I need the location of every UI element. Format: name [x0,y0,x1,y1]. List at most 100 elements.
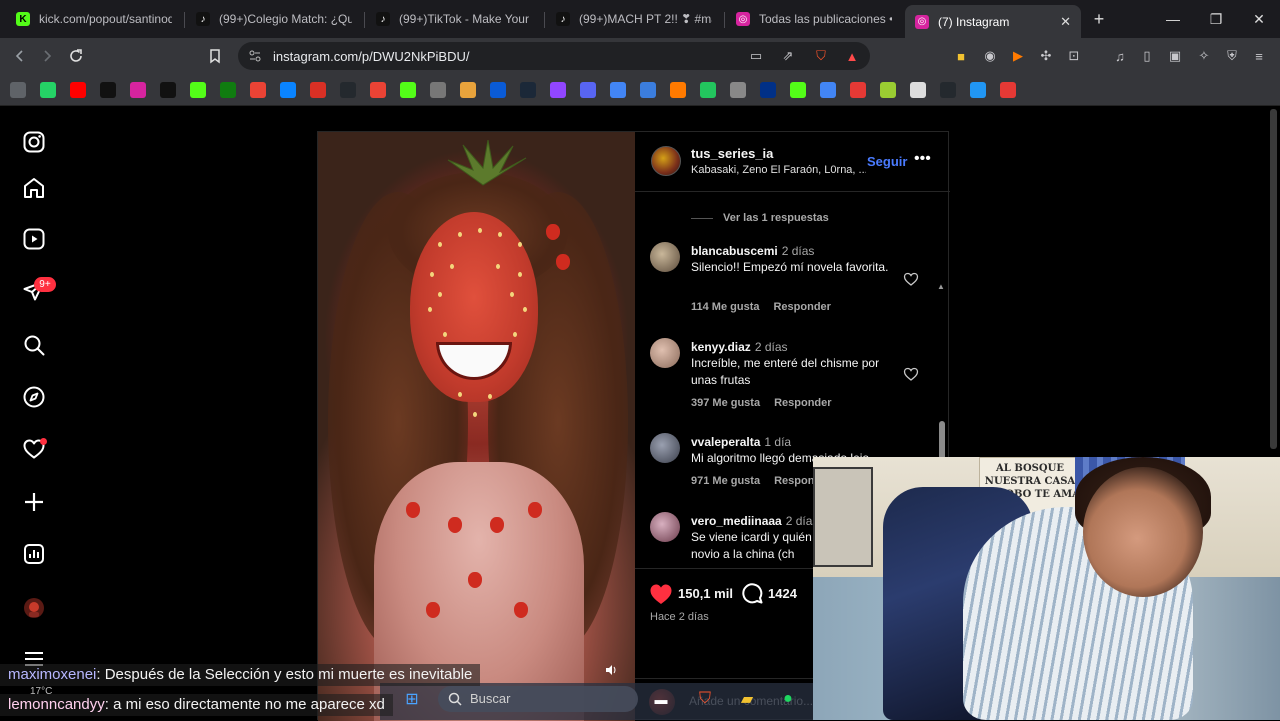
author-username[interactable]: tus_series_ia [691,146,773,161]
x-icon[interactable] [160,82,176,98]
post-image[interactable] [318,132,635,721]
download-icon[interactable] [880,82,896,98]
steam-icon[interactable] [520,82,536,98]
sidebar-icon[interactable]: ▯ [1138,47,1156,65]
github-icon[interactable] [940,82,956,98]
kick-icon[interactable] [190,82,206,98]
brave-rewards-icon[interactable]: ▲ [843,47,861,65]
follow-button[interactable]: Seguir [867,154,907,169]
minimize-button[interactable]: — [1162,8,1184,30]
tab-kick[interactable]: K kick.com/popout/santinod [6,5,182,33]
reply-link[interactable]: Responder [774,397,831,409]
xbox-icon[interactable] [220,82,236,98]
reels-icon[interactable] [22,227,46,251]
task-view-icon[interactable]: ▬ [649,688,673,710]
orange-icon[interactable] [670,82,686,98]
address-bar[interactable]: instagram.com/p/DWU2NkPiBDU/ ▭ ⇗ ⛉ ▲ [238,42,870,70]
comment-username[interactable]: vero_mediinaaa [691,514,782,528]
github-icon[interactable] [340,82,356,98]
ring-icon[interactable] [430,82,446,98]
pen-icon[interactable] [640,82,656,98]
reload-button[interactable] [66,46,86,66]
new-tab-button[interactable]: + [1088,8,1110,30]
screenshot-icon[interactable]: ⊡ [1065,47,1083,65]
bookmark-button[interactable] [205,46,225,66]
view-replies-link[interactable]: Ver las 1 respuestas [723,212,829,224]
download-icon[interactable] [850,82,866,98]
download-icon[interactable] [970,82,986,98]
kick-icon[interactable] [400,82,416,98]
comment-like-heart-icon[interactable] [903,271,919,287]
chrome-icon[interactable] [460,82,476,98]
file-explorer-icon[interactable]: ▰ [735,688,759,710]
tab-close-icon[interactable]: ✕ [1052,14,1071,30]
wallet-extension-icon[interactable]: ■ [952,47,970,65]
forward-button[interactable] [37,46,57,66]
site-settings-icon[interactable] [248,49,262,63]
youtube-icon[interactable] [70,82,86,98]
reply-link[interactable]: Responder [773,301,830,313]
calendar-icon[interactable] [310,82,326,98]
comment-username[interactable]: kenyy.diaz [691,340,751,354]
edge-icon[interactable] [280,82,296,98]
music-icon[interactable]: ♫ [1111,47,1129,65]
twitch-icon[interactable] [550,82,566,98]
leo-ai-icon[interactable]: ✧ [1195,47,1213,65]
url-text[interactable]: instagram.com/p/DWU2NkPiBDU/ [273,49,470,64]
extensions-icon[interactable]: ✣ [1037,47,1055,65]
tab-tiktok-make[interactable]: ♪ (99+)TikTok - Make Your D [366,5,542,33]
docs-icon[interactable] [610,82,626,98]
like-count[interactable]: 150,1 mil [678,586,733,601]
comment-likes[interactable]: 397 Me gusta [691,397,760,409]
record-icon[interactable] [1000,82,1016,98]
commenter-avatar[interactable] [650,512,680,542]
explore-compass-icon[interactable] [22,385,46,409]
tab-instagram-active[interactable]: ◎ (7) Instagram ✕ [905,5,1081,38]
tab-tiktok-colegio[interactable]: ♪ (99+)Colegio Match: ¿Quié [186,5,362,33]
commenter-avatar[interactable] [650,338,680,368]
media-play-icon[interactable]: ◉ [981,47,999,65]
menu-icon[interactable]: ≡ [1250,47,1268,65]
close-window-button[interactable]: ✕ [1248,8,1270,30]
wallet-icon[interactable]: ▣ [1166,47,1184,65]
commenter-avatar[interactable] [650,242,680,272]
more-options-icon[interactable]: ••• [914,151,932,168]
cast-icon[interactable]: ▭ [747,47,765,65]
author-collaborators[interactable]: Kabasaki, Zeno El Faraón, L0rna, ... [691,164,866,176]
brave-shield-icon[interactable]: ⛉ [812,47,830,65]
spotify-icon[interactable]: ● [776,688,800,710]
commenter-avatar[interactable] [650,433,680,463]
brave-browser-icon[interactable]: ⛉ [693,688,717,710]
whatsapp-icon[interactable] [40,82,56,98]
gmail-icon[interactable] [370,82,386,98]
file-icon[interactable] [910,82,926,98]
like-heart-icon[interactable] [649,583,673,605]
search-icon[interactable] [22,333,46,357]
play-extension-icon[interactable]: ▶ [1009,47,1027,65]
scroll-up-arrow-icon[interactable]: ▲ [937,282,945,291]
docs-icon[interactable] [820,82,836,98]
tab-instagram-publicaciones[interactable]: ◎ Todas las publicaciones • Ir [726,5,902,33]
comment-like-heart-icon[interactable] [903,366,919,382]
dashboard-chart-icon[interactable] [22,542,46,566]
windows-icon[interactable] [490,82,506,98]
taskbar-search[interactable] [438,686,638,712]
globe-icon[interactable] [730,82,746,98]
tab-tiktok-mach[interactable]: ♪ (99+)MACH PT 2!! ❣ #mac [546,5,722,33]
profile-avatar[interactable] [22,596,46,620]
author-avatar[interactable] [651,146,681,176]
discord-icon[interactable] [580,82,596,98]
comment-username[interactable]: blancabuscemi [691,244,778,258]
gmail-icon[interactable] [250,82,266,98]
comment-username[interactable]: vvaleperalta [691,435,760,449]
instagram-logo-icon[interactable] [22,130,46,154]
kick-icon[interactable] [790,82,806,98]
apps-grid-icon[interactable] [10,82,26,98]
maximize-button[interactable]: ❐ [1205,8,1227,30]
instagram-icon[interactable] [130,82,146,98]
back-button[interactable] [10,46,30,66]
comment-count[interactable]: 1424 [768,586,797,601]
volume-icon[interactable] [602,661,620,679]
tiktok-icon[interactable] [100,82,116,98]
comment-likes[interactable]: 971 Me gusta [691,475,760,487]
